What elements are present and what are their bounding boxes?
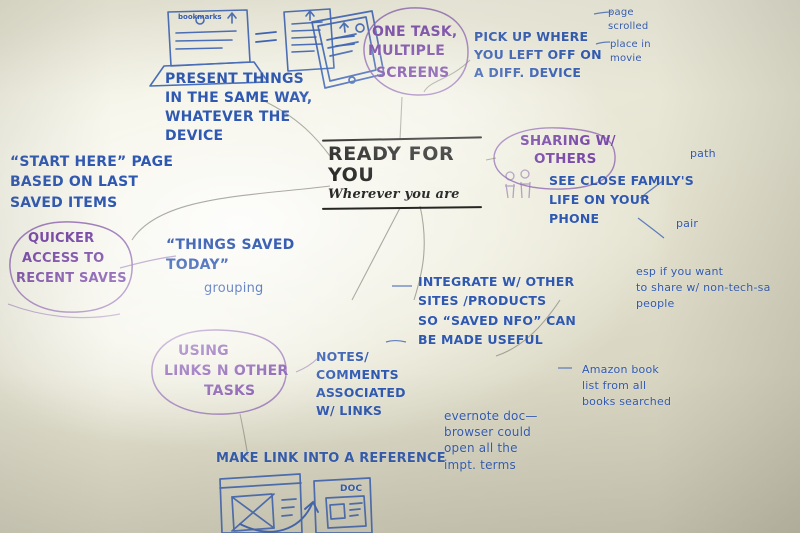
- equals-sign-2: [335, 35, 355, 47]
- bubble-label-using-links: USING: [178, 343, 229, 359]
- center-node: READY FOR YOU Wherever you are: [321, 136, 483, 210]
- note-pair: pair: [676, 217, 699, 230]
- center-rule-bottom: [321, 206, 483, 210]
- note-pick-up-where: PICK UP WHERE YOU LEFT OFF ON A DIFF. DE…: [474, 29, 602, 81]
- center-title: READY FOR YOU: [328, 143, 455, 187]
- label-bookmarks: bookmarks: [178, 13, 222, 21]
- whiteboard-photo: bookmarks PRESENT THINGS IN THE SAME WAY…: [0, 0, 800, 533]
- center-subtitle: Wherever you are: [328, 186, 460, 202]
- phone-sketch: [283, 8, 335, 72]
- note-evernote-doc: evernote doc— browser could open all the…: [444, 409, 538, 472]
- bubble-label-quicker-3: RECENT SAVES: [16, 271, 127, 286]
- equals-sign-1: [255, 31, 277, 43]
- people-sketch: [505, 169, 531, 199]
- bubble-label-quicker: QUICKER: [28, 231, 95, 246]
- bubble-label-quicker-2: ACCESS TO: [22, 251, 105, 266]
- note-amazon-book: Amazon book list from all books searched: [582, 363, 672, 408]
- note-notes-comments: NOTES/ COMMENTS ASSOCIATED W/ LINKS: [316, 349, 406, 419]
- label-doc: Doc: [340, 484, 363, 494]
- connector-make-link: [239, 413, 249, 457]
- webpage-sketch: [219, 473, 303, 533]
- note-make-link: MAKE LINK INTO A REFERENCE: [216, 451, 446, 466]
- note-path: path: [690, 147, 716, 160]
- note-integrate: INTEGRATE W/ OTHER SITES /PRODUCTS SO “S…: [418, 274, 577, 348]
- bubble-label-one-task: ONE TASK,: [372, 24, 458, 40]
- note-grouping: grouping: [204, 281, 264, 296]
- bubble-label-using-links-3: TASKS: [204, 383, 256, 399]
- note-see-close-family: SEE CLOSE FAMILY'S LIFE ON YOUR PHONE: [549, 173, 695, 226]
- bubble-label-sharing-2: OTHERS: [534, 151, 597, 167]
- bubble-label-sharing: SHARING W/: [520, 133, 616, 149]
- bubble-label-one-task-3: SCREENS: [376, 65, 450, 81]
- note-start-here: “START HERE” PAGE BASED on last SAVED IT…: [10, 154, 174, 211]
- bubble-label-using-links-2: LINKS n OTHER: [164, 363, 289, 379]
- note-place-in-movie: place in movie: [610, 39, 651, 64]
- note-page-scrolled: page scrolled: [608, 7, 649, 32]
- arrow-webpage-to-doc: [239, 500, 319, 533]
- note-things-saved-today: “THINGS SAVED TODAY”: [166, 237, 295, 273]
- note-present-things: PRESENT THINGS IN THE SAME WAY, WHATEVER…: [165, 71, 313, 144]
- note-esp-if: esp if you want to share w/ non-tech-sa …: [636, 265, 771, 310]
- bubble-label-one-task-2: MULTIPLE: [368, 43, 446, 59]
